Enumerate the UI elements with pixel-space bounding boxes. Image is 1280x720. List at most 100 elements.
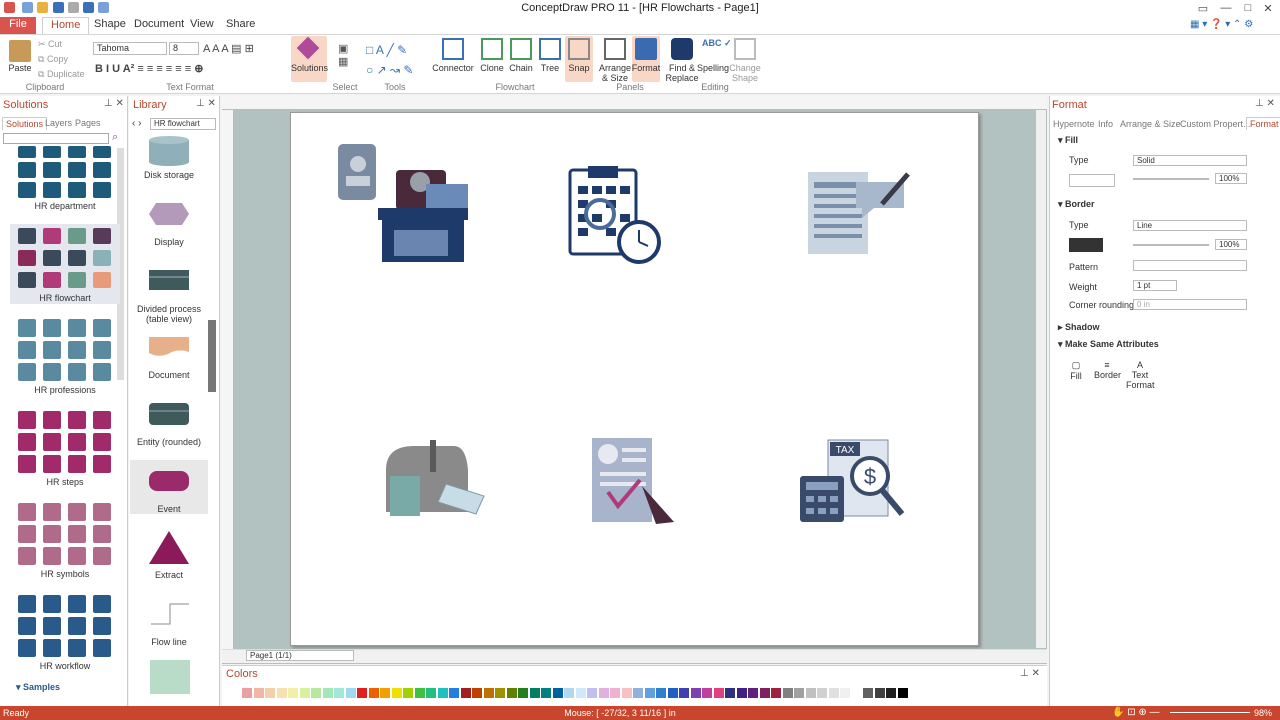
color-swatch[interactable] <box>403 688 413 698</box>
signed-resume-shape[interactable] <box>590 436 678 526</box>
library-next-shape[interactable] <box>150 660 190 694</box>
color-swatch[interactable] <box>276 688 287 698</box>
tab-custom-properties[interactable]: Custom Propert... <box>1180 119 1251 129</box>
hr-symbols-icons[interactable] <box>18 503 112 567</box>
color-swatch[interactable] <box>334 688 344 698</box>
paste-button[interactable]: Paste <box>5 63 35 73</box>
fill-color-picker[interactable] <box>1069 174 1115 187</box>
shadow-section-header[interactable]: ▸ Shadow <box>1058 322 1100 333</box>
print-icon[interactable] <box>98 2 109 13</box>
save-icon[interactable] <box>83 2 94 13</box>
color-swatch[interactable] <box>656 688 666 698</box>
redo-icon[interactable] <box>68 2 79 13</box>
tab-home[interactable]: Home <box>42 17 90 34</box>
entity-rounded-shape[interactable] <box>148 402 190 426</box>
cut-button[interactable]: ✂ Cut <box>38 39 68 49</box>
color-swatch[interactable] <box>633 688 643 698</box>
color-swatch[interactable] <box>322 688 333 698</box>
color-swatch[interactable] <box>863 688 873 698</box>
color-swatch[interactable] <box>667 688 678 698</box>
color-swatch[interactable] <box>472 688 482 698</box>
color-swatch[interactable] <box>345 688 356 698</box>
tab-solutions[interactable]: Solutions <box>2 117 48 130</box>
color-swatch[interactable] <box>288 688 298 698</box>
color-swatch[interactable] <box>368 688 379 698</box>
font-size-select[interactable]: 8 <box>169 42 199 55</box>
hr-professions-icons[interactable] <box>18 319 112 383</box>
group-hr-professions[interactable]: HR professions <box>10 385 120 395</box>
border-opacity-input[interactable]: 100% <box>1215 239 1247 250</box>
tax-calculator-shape[interactable]: TAX $ <box>798 436 908 524</box>
arrange-size-button[interactable]: Arrange & Size <box>598 63 632 83</box>
minimize-icon[interactable]: — <box>1216 2 1236 14</box>
border-color-picker[interactable] <box>1069 238 1103 252</box>
mailbox-shape[interactable] <box>384 440 494 522</box>
tab-pages[interactable]: Pages <box>75 118 101 128</box>
library-pin-close-icons[interactable]: ⊥ ✕ <box>196 98 216 109</box>
group-hr-symbols[interactable]: HR symbols <box>10 569 120 579</box>
library-scrollbar[interactable] <box>208 320 216 392</box>
color-swatch[interactable] <box>575 688 586 698</box>
border-opacity-slider[interactable] <box>1133 244 1209 246</box>
tab-view[interactable]: View <box>182 17 222 34</box>
color-swatch[interactable] <box>265 688 275 698</box>
search-icon[interactable]: ⌕ <box>112 131 118 144</box>
flow-line-shape[interactable] <box>150 602 190 626</box>
color-swatch[interactable] <box>426 688 436 698</box>
change-shape-button[interactable]: Change Shape <box>728 63 762 83</box>
find-replace-button[interactable]: Find & Replace <box>664 63 700 83</box>
help-icons[interactable]: ▦ ▾ ❓ ▾ ⌃ ⚙ <box>1190 19 1270 30</box>
undo-icon[interactable] <box>53 2 64 13</box>
color-swatch[interactable] <box>713 688 724 698</box>
tab-layers[interactable]: Layers <box>45 118 72 128</box>
weight-input[interactable]: 1 pt <box>1133 280 1177 291</box>
corner-rounding-select[interactable]: 0 in <box>1133 299 1247 310</box>
close-icon[interactable]: ✕ <box>1258 2 1278 15</box>
colors-pin-close-icons[interactable]: ⊥ ✕ <box>1020 668 1040 679</box>
chain-button[interactable]: Chain <box>507 63 535 73</box>
color-swatch[interactable] <box>828 688 839 698</box>
border-type-select[interactable]: Line <box>1133 220 1247 231</box>
color-swatch[interactable] <box>679 688 689 698</box>
color-swatch[interactable] <box>748 688 758 698</box>
color-swatch[interactable] <box>414 688 425 698</box>
new-icon[interactable] <box>22 2 33 13</box>
library-select[interactable]: HR flowchart <box>150 118 216 130</box>
resume-form-shape[interactable] <box>804 168 914 258</box>
color-swatch[interactable] <box>483 688 494 698</box>
make-same-section-header[interactable]: ▾ Make Same Attributes <box>1058 339 1159 350</box>
color-swatch[interactable] <box>529 688 540 698</box>
color-swatch[interactable] <box>610 688 620 698</box>
drawing-tools-icons[interactable]: □ A ╱ ✎ ○ ↗ ↝ ✎ <box>366 40 426 80</box>
border-section-header[interactable]: ▾ Border <box>1058 199 1095 210</box>
color-swatch[interactable] <box>564 688 574 698</box>
color-swatch[interactable] <box>506 688 517 698</box>
group-hr-department[interactable]: HR department <box>10 201 120 211</box>
fill-type-select[interactable]: Solid <box>1133 155 1247 166</box>
make-same-border[interactable]: ≡ Border <box>1094 360 1121 380</box>
color-swatch[interactable] <box>460 688 471 698</box>
color-swatch[interactable] <box>242 688 252 698</box>
open-icon[interactable] <box>37 2 48 13</box>
group-hr-workflow[interactable]: HR workflow <box>10 661 120 671</box>
disk-storage-shape[interactable] <box>148 136 190 166</box>
color-swatch[interactable] <box>794 688 804 698</box>
hr-workflow-icons[interactable] <box>18 595 112 659</box>
format-pin-close-icons[interactable]: ⊥ ✕ <box>1255 98 1275 109</box>
color-swatch[interactable] <box>449 688 459 698</box>
fill-section-header[interactable]: ▾ Fill <box>1058 135 1078 146</box>
tab-format[interactable]: Format <box>1246 117 1280 130</box>
color-swatch[interactable] <box>771 688 781 698</box>
paste-icon[interactable] <box>9 40 31 62</box>
text-style-icons[interactable]: B I U A² ≡ ≡ ≡ ≡ ≡ ≡ ⊕ <box>95 62 203 75</box>
font-format-icons[interactable]: A A A ▤ ⊞ <box>203 42 254 55</box>
group-hr-steps[interactable]: HR steps <box>10 477 120 487</box>
fill-opacity-slider[interactable] <box>1133 178 1209 180</box>
color-swatch[interactable] <box>840 688 850 698</box>
color-swatch[interactable] <box>805 688 816 698</box>
maximize-icon[interactable]: □ <box>1238 2 1258 14</box>
pattern-select[interactable] <box>1133 260 1247 271</box>
zoom-slider[interactable] <box>1170 712 1250 713</box>
hr-steps-icons[interactable] <box>18 411 112 475</box>
color-swatch[interactable] <box>897 688 908 698</box>
